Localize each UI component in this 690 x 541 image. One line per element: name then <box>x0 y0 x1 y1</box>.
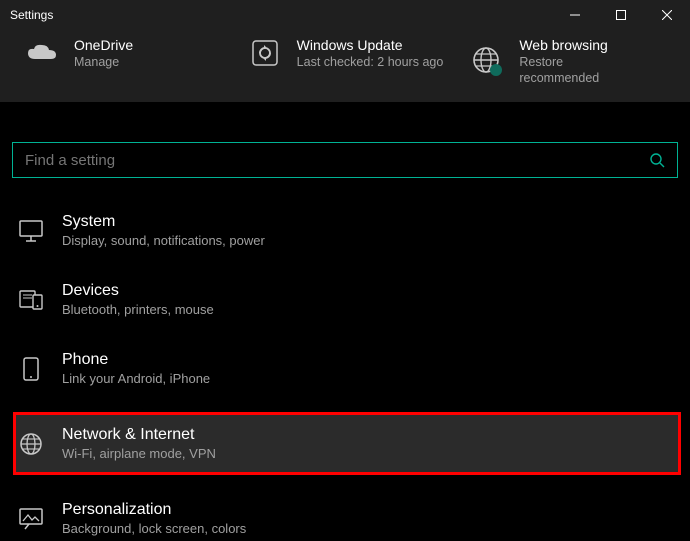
windows-update-sub: Last checked: 2 hours ago <box>297 54 444 70</box>
minimize-icon <box>570 10 580 20</box>
onedrive-sub: Manage <box>74 54 133 70</box>
windows-update-card[interactable]: Windows Update Last checked: 2 hours ago <box>247 36 444 70</box>
web-browsing-sub1: Restore <box>519 54 607 70</box>
window-controls <box>552 0 690 30</box>
category-system[interactable]: System Display, sound, notifications, po… <box>16 208 678 253</box>
close-button[interactable] <box>644 0 690 30</box>
category-sub: Display, sound, notifications, power <box>62 232 265 249</box>
category-sub: Link your Android, iPhone <box>62 370 210 387</box>
category-title: System <box>62 212 265 232</box>
close-icon <box>662 10 672 20</box>
category-sub: Background, lock screen, colors <box>62 520 246 537</box>
search-box[interactable] <box>12 142 678 178</box>
sync-icon <box>247 38 283 68</box>
content-area: System Display, sound, notifications, po… <box>0 102 690 541</box>
category-network[interactable]: Network & Internet Wi-Fi, airplane mode,… <box>16 415 678 472</box>
maximize-button[interactable] <box>598 0 644 30</box>
category-devices[interactable]: Devices Bluetooth, printers, mouse <box>16 277 678 322</box>
window-title: Settings <box>10 8 552 22</box>
category-title: Devices <box>62 281 214 301</box>
search-icon <box>649 152 665 168</box>
cloud-icon <box>24 42 60 64</box>
category-title: Network & Internet <box>62 425 216 445</box>
onedrive-card[interactable]: OneDrive Manage <box>24 36 221 70</box>
minimize-button[interactable] <box>552 0 598 30</box>
web-browsing-sub2: recommended <box>519 70 607 86</box>
personalization-icon <box>18 508 44 530</box>
windows-update-title: Windows Update <box>297 36 444 54</box>
devices-icon <box>18 289 44 311</box>
web-browsing-title: Web browsing <box>519 36 607 54</box>
onedrive-title: OneDrive <box>74 36 133 54</box>
maximize-icon <box>616 10 626 20</box>
category-sub: Wi-Fi, airplane mode, VPN <box>62 445 216 462</box>
category-phone[interactable]: Phone Link your Android, iPhone <box>16 346 678 391</box>
category-list: System Display, sound, notifications, po… <box>12 208 678 541</box>
category-personalization[interactable]: Personalization Background, lock screen,… <box>16 496 678 541</box>
header-cards: OneDrive Manage Windows Update Last chec… <box>0 30 690 102</box>
search-input[interactable] <box>25 152 637 169</box>
category-title: Personalization <box>62 500 246 520</box>
category-sub: Bluetooth, printers, mouse <box>62 301 214 318</box>
globe-icon <box>18 432 44 456</box>
category-title: Phone <box>62 350 210 370</box>
phone-icon <box>18 357 44 381</box>
globe-badge-icon <box>469 45 505 77</box>
system-icon <box>18 220 44 242</box>
web-browsing-card[interactable]: Web browsing Restore recommended <box>469 36 666 86</box>
titlebar: Settings <box>0 0 690 30</box>
